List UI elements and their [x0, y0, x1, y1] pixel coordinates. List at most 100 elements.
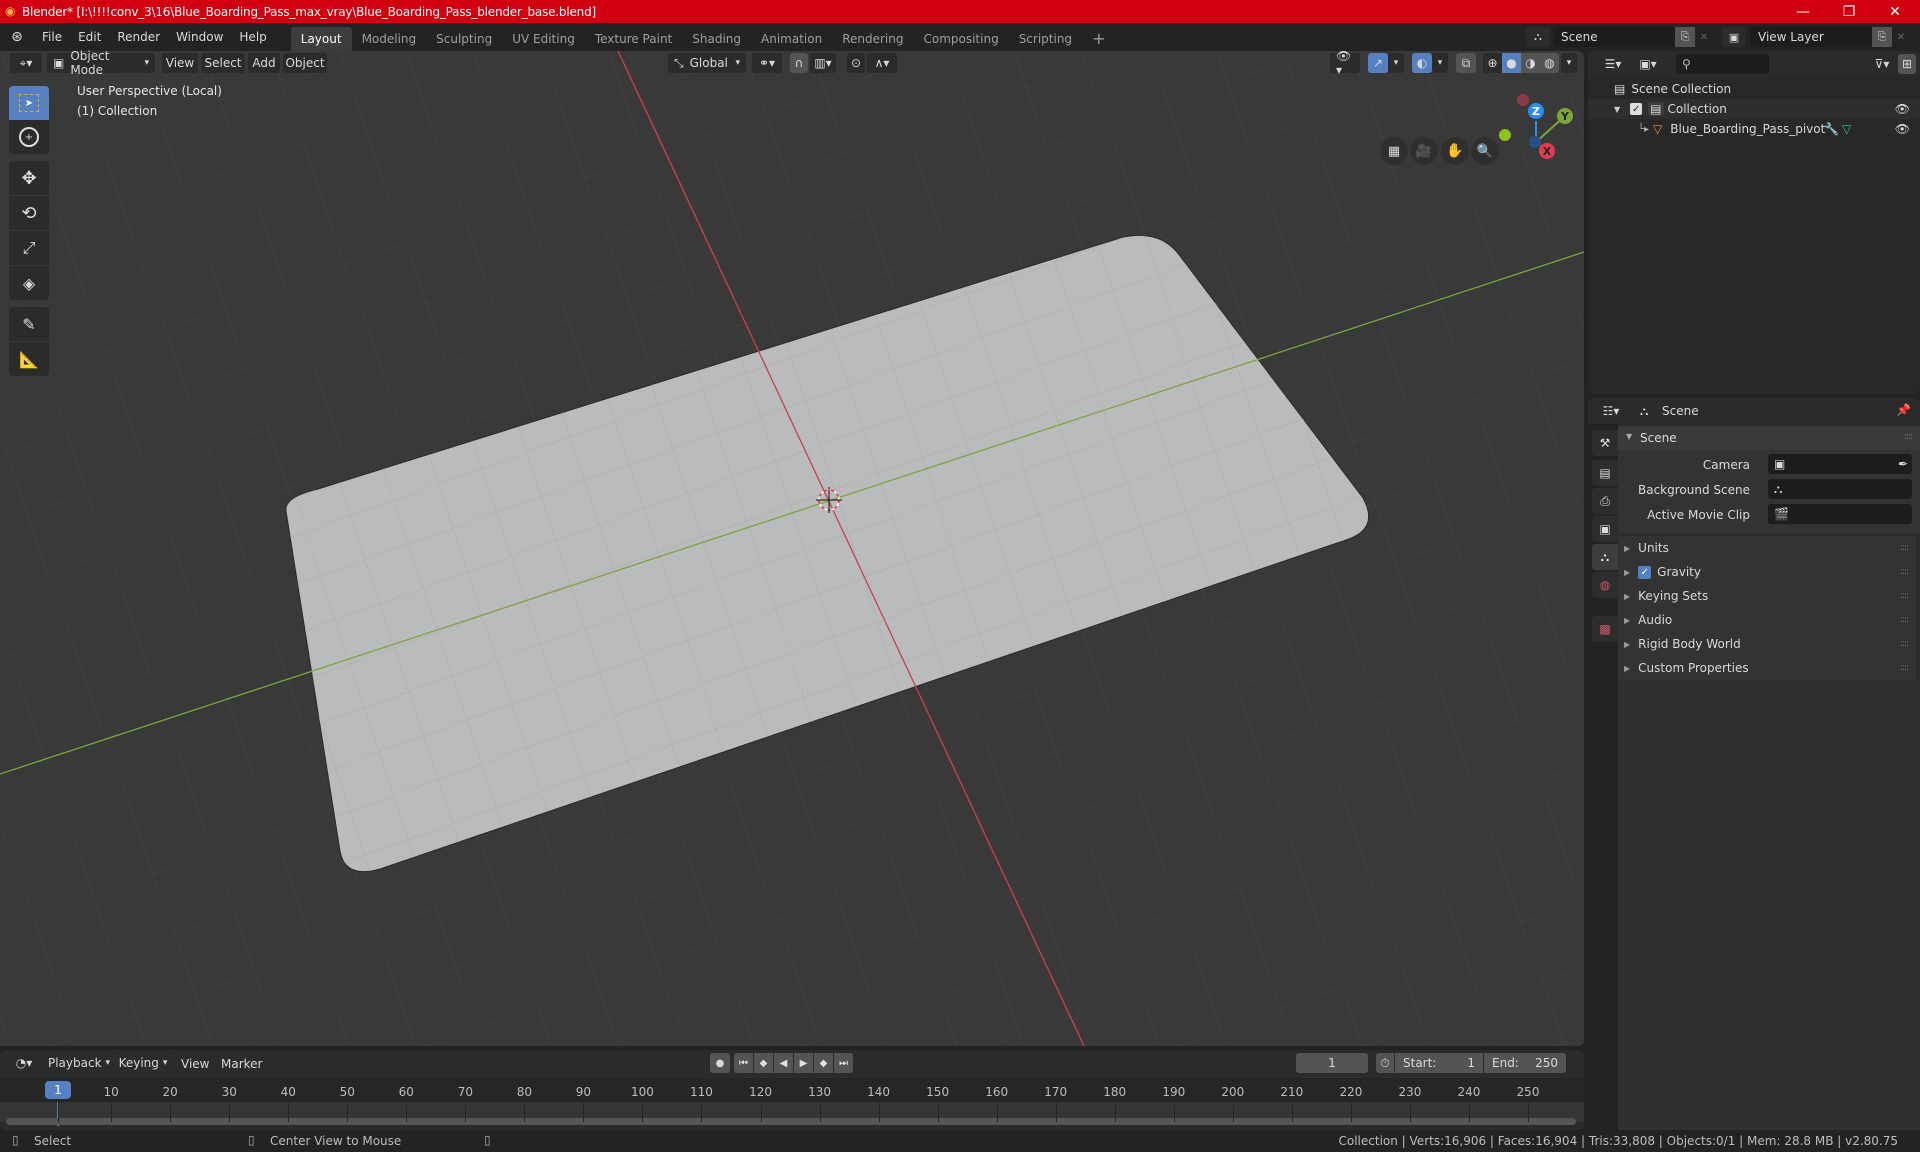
tab-texture[interactable]: ▩	[1592, 616, 1618, 642]
pan-view-button[interactable]: ✋	[1441, 137, 1469, 165]
snap-toggle[interactable]: ∩	[790, 53, 808, 73]
tab-sculpting[interactable]: Sculpting	[426, 27, 502, 51]
jump-start-button[interactable]: ⏮	[734, 1053, 753, 1073]
tool-rotate[interactable]: ⟲	[9, 196, 49, 230]
outliner-row-object[interactable]: └▸ ▽ Blue_Boarding_Pass_pivot 🔧 ▽ 👁	[1588, 119, 1920, 139]
collection-checkbox[interactable]: ✓	[1630, 103, 1643, 115]
play-button[interactable]: ▶	[794, 1053, 813, 1073]
section-audio[interactable]: ▶ Audio::::	[1618, 608, 1916, 632]
delete-scene-icon[interactable]: ✕	[1697, 27, 1711, 47]
zoom-view-button[interactable]: 🔍	[1471, 137, 1499, 165]
pin-icon[interactable]: 📌	[1896, 403, 1911, 417]
delete-view-layer-icon[interactable]: ✕	[1894, 27, 1908, 47]
gizmo-toggle[interactable]: ↗	[1368, 53, 1388, 73]
3d-viewport[interactable]: Z Y X User Perspective (Local) (1) Colle…	[0, 51, 1584, 1046]
blender-menu-icon[interactable]: ⊛	[0, 29, 34, 45]
overlay-toggle[interactable]: ◐	[1412, 53, 1432, 73]
menu-marker[interactable]: Marker	[221, 1057, 262, 1071]
snap-target-button[interactable]: ▥▾	[810, 53, 836, 73]
drag-grip-icon[interactable]: ::::	[1900, 591, 1909, 601]
scene-selector-icon[interactable]: ⛬	[1526, 27, 1550, 47]
drag-grip-icon[interactable]: ::::	[1900, 543, 1909, 553]
xray-toggle[interactable]: ⧉	[1456, 53, 1476, 73]
shading-wireframe[interactable]: ⊕	[1483, 53, 1502, 73]
drag-grip-icon[interactable]: ::::	[1900, 567, 1909, 577]
tab-view-layer[interactable]: ▣	[1592, 516, 1618, 542]
tool-scale[interactable]: ⤢	[9, 231, 49, 265]
camera-field[interactable]: ▣ ✒	[1768, 454, 1912, 474]
tab-output[interactable]: ⎙	[1592, 488, 1618, 514]
menu-playback[interactable]: Playback ▾	[46, 1053, 112, 1073]
expand-triangle-icon[interactable]: ▼	[1614, 105, 1620, 114]
next-keyframe-button[interactable]: ◆	[814, 1053, 833, 1073]
new-view-layer-icon[interactable]: ⎘	[1872, 27, 1892, 47]
tool-move[interactable]: ✥	[9, 161, 49, 195]
drag-grip-icon[interactable]: ::::	[1900, 663, 1909, 673]
mesh-data-icon[interactable]: ▽	[1842, 122, 1851, 136]
outliner-search-input[interactable]: ⚲	[1676, 54, 1769, 74]
tab-tool[interactable]: ⚒	[1592, 430, 1618, 456]
new-collection-button[interactable]: ⊞	[1898, 54, 1916, 74]
camera-view-button[interactable]: 🎥	[1410, 137, 1438, 165]
view-layer-selector-icon[interactable]: ▣	[1722, 27, 1746, 47]
timeline-scrollbar[interactable]	[6, 1118, 1576, 1125]
menu-keying[interactable]: Keying ▾	[115, 1053, 171, 1073]
minimize-button[interactable]: —	[1780, 0, 1826, 23]
tab-compositing[interactable]: Compositing	[913, 27, 1008, 51]
tool-select-box[interactable]: ➤	[9, 86, 49, 120]
use-preview-range-toggle[interactable]: ⏱	[1376, 1053, 1394, 1073]
shading-rendered[interactable]: ◍	[1540, 53, 1559, 73]
outliner-row-collection[interactable]: ▼ ✓ ▤ Collection 👁	[1588, 99, 1920, 119]
start-frame-field[interactable]: Start: 1	[1395, 1053, 1483, 1073]
drag-grip-icon[interactable]: ::::	[1904, 432, 1913, 442]
shading-material[interactable]: ◑	[1521, 53, 1540, 73]
modifier-wrench-icon[interactable]: 🔧	[1824, 122, 1839, 136]
menu-view[interactable]: View	[162, 53, 198, 73]
scene-panel-header[interactable]: ▼ Scene ::::	[1618, 426, 1920, 450]
tab-scripting[interactable]: Scripting	[1009, 27, 1082, 51]
falloff-button[interactable]: ∧▾	[867, 53, 897, 73]
tool-annotate[interactable]: ✎	[9, 307, 49, 341]
pivot-point-button[interactable]: ⚭▾	[752, 53, 782, 73]
section-gravity[interactable]: ▶ ✓ Gravity::::	[1618, 560, 1916, 584]
proportional-edit-toggle[interactable]: ⊙	[847, 53, 865, 73]
record-button[interactable]: ●	[710, 1053, 730, 1073]
eye-icon[interactable]: 👁	[1895, 122, 1910, 136]
tab-scene[interactable]: ⛬	[1592, 544, 1618, 570]
menu-add[interactable]: Add	[248, 53, 280, 73]
timeline-editor-type[interactable]: ◔▾	[10, 1053, 38, 1073]
menu-help[interactable]: Help	[231, 23, 274, 51]
new-scene-icon[interactable]: ⎘	[1675, 27, 1695, 47]
tab-texture-paint[interactable]: Texture Paint	[585, 27, 682, 51]
play-reverse-button[interactable]: ◀	[774, 1053, 793, 1073]
tab-animation[interactable]: Animation	[751, 27, 832, 51]
scene-name-field[interactable]: Scene	[1553, 27, 1683, 47]
gizmo-dropdown[interactable]: ▾	[1388, 53, 1404, 73]
shading-dropdown[interactable]: ▾	[1561, 53, 1577, 73]
shading-solid[interactable]: ●	[1502, 53, 1521, 73]
drag-grip-icon[interactable]: ::::	[1900, 615, 1909, 625]
jump-end-button[interactable]: ⏭	[834, 1053, 853, 1073]
section-custom-properties[interactable]: ▶ Custom Properties::::	[1618, 656, 1916, 680]
maximize-button[interactable]: ❐	[1826, 0, 1872, 23]
visibility-button[interactable]: 👁▾	[1330, 49, 1360, 77]
menu-window[interactable]: Window	[168, 23, 231, 51]
tab-rendering[interactable]: Rendering	[832, 27, 913, 51]
add-workspace-button[interactable]: +	[1082, 27, 1115, 51]
playhead-frame-indicator[interactable]: 1	[45, 1081, 71, 1099]
view-layer-field[interactable]: View Layer	[1750, 27, 1880, 47]
overlay-dropdown[interactable]: ▾	[1432, 53, 1448, 73]
eye-icon[interactable]: 👁	[1895, 102, 1910, 116]
section-units[interactable]: ▶ Units::::	[1618, 536, 1916, 560]
eyedropper-icon[interactable]: ✒	[1898, 457, 1908, 471]
drag-grip-icon[interactable]: ::::	[1900, 639, 1909, 649]
active-movie-clip-field[interactable]: 🎬	[1768, 504, 1912, 524]
tab-modeling[interactable]: Modeling	[352, 27, 427, 51]
tab-layout[interactable]: Layout	[290, 26, 352, 51]
tab-shading[interactable]: Shading	[682, 27, 751, 51]
menu-view[interactable]: View	[181, 1057, 209, 1071]
menu-edit[interactable]: Edit	[70, 23, 109, 51]
mode-selector[interactable]: ▣ Object Mode ▾	[47, 49, 155, 77]
outliner-row-scene-collection[interactable]: ▤ Scene Collection	[1588, 79, 1920, 99]
background-scene-field[interactable]: ⛬	[1768, 479, 1912, 499]
